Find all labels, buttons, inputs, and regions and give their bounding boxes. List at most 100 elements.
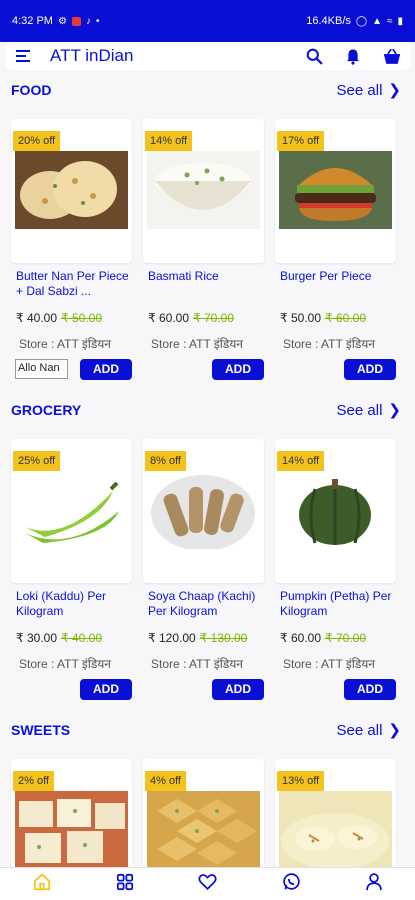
product-card[interactable]: 2% off [11, 759, 132, 867]
product-image-box[interactable]: 8% off [143, 439, 264, 583]
barfi-image [15, 791, 128, 867]
status-bar: 4:32 PM ⚙ ♪ • 16.4KB/s ◯ ▲ ≈ ▮ [0, 0, 415, 42]
product-image-box[interactable]: 14% off [143, 119, 264, 263]
network-speed: 16.4KB/s [306, 15, 351, 27]
product-image-box[interactable]: 17% off [275, 119, 396, 263]
chevron-right-icon: ❯ [388, 722, 401, 739]
product-image-box[interactable]: 4% off [143, 759, 264, 867]
bottom-navigation [0, 867, 415, 900]
product-price: ₹ 60.00 ₹ 70.00 [143, 311, 264, 325]
old-price: ₹ 60.00 [325, 311, 366, 325]
current-price: ₹ 50.00 [280, 311, 321, 325]
add-button[interactable]: ADD [344, 358, 396, 380]
product-image-box[interactable]: 20% off [11, 119, 132, 263]
add-button[interactable]: ADD [212, 678, 264, 700]
old-price: ₹ 70.00 [325, 631, 366, 645]
naan-image [15, 151, 128, 229]
kaju-katli-image [147, 791, 260, 867]
banana-image [15, 471, 128, 549]
discount-badge: 8% off [145, 451, 186, 471]
store-label: Store : ATT इंडियन [283, 657, 375, 671]
product-image-box[interactable]: 2% off [11, 759, 132, 867]
product-card[interactable]: 14% off Basmati Rice ₹ 60.00 ₹ 70.00 Stor… [143, 119, 264, 380]
discount-badge: 25% off [13, 451, 61, 471]
old-price: ₹ 130.00 [199, 631, 248, 645]
product-image-box[interactable]: 14% off [275, 439, 396, 583]
store-label: Store : ATT इंडियन [283, 337, 375, 351]
status-time: 4:32 PM [12, 15, 53, 27]
discount-badge: 17% off [277, 131, 325, 151]
product-price: ₹ 30.00 ₹ 40.00 [11, 631, 132, 645]
add-button[interactable]: ADD [80, 678, 132, 700]
menu-icon[interactable] [16, 50, 30, 62]
see-all-label: See all [336, 81, 383, 99]
product-card[interactable]: 20% off Butter Nan Per Piece + Dal Sabzi… [11, 119, 132, 380]
current-price: ₹ 120.00 [148, 631, 196, 645]
old-price: ₹ 40.00 [61, 631, 102, 645]
soya-chaap-image [147, 471, 260, 549]
product-card[interactable]: 8% off Soya Chaap (Kachi) Per Kilogram ₹… [143, 439, 264, 700]
product-card[interactable]: 4% off [143, 759, 264, 867]
whatsapp-icon[interactable] [282, 872, 301, 896]
see-all-link[interactable]: See all ❯ [336, 401, 401, 420]
burger-image [279, 151, 392, 229]
discount-badge: 2% off [13, 771, 54, 791]
old-price: ₹ 70.00 [193, 311, 234, 325]
see-all-label: See all [336, 401, 383, 419]
current-price: ₹ 30.00 [16, 631, 57, 645]
app-bar: ATT inDian [6, 42, 411, 70]
product-name[interactable]: Butter Nan Per Piece + Dal Sabzi ... [11, 269, 132, 299]
section-title: FOOD [11, 82, 52, 98]
store-label: Store : ATT इंडियन [19, 657, 111, 671]
home-icon[interactable] [32, 872, 52, 897]
product-card[interactable]: 14% off Pumpkin (Petha) Per Kilogram ₹ 6… [275, 439, 396, 700]
rasmalai-image [279, 791, 392, 867]
add-button[interactable]: ADD [80, 358, 132, 380]
current-price: ₹ 60.00 [148, 311, 189, 325]
product-name[interactable]: Basmati Rice [143, 269, 264, 299]
product-image-box[interactable]: 25% off [11, 439, 132, 583]
product-name[interactable]: Loki (Kaddu) Per Kilogram [11, 589, 132, 619]
chevron-right-icon: ❯ [388, 82, 401, 99]
add-button[interactable]: ADD [212, 358, 264, 380]
chevron-right-icon: ❯ [388, 402, 401, 419]
user-icon[interactable] [365, 872, 383, 896]
gear-icon: ⚙ [57, 15, 67, 27]
variant-select[interactable]: Allo Nan [15, 359, 68, 379]
cart-icon[interactable] [383, 48, 401, 65]
product-image-box[interactable]: 13% off [275, 759, 396, 867]
home-feed[interactable]: FOOD See all ❯ 20% off Butter Nan Per Pie… [0, 70, 415, 867]
store-label: Store : ATT इंडियन [151, 657, 243, 671]
store-label: Store : ATT इंडियन [19, 337, 111, 351]
product-name[interactable]: Soya Chaap (Kachi) Per Kilogram [143, 589, 264, 619]
discount-badge: 14% off [277, 451, 325, 471]
product-name[interactable]: Pumpkin (Petha) Per Kilogram [275, 589, 396, 619]
alarm-icon: ◯ [355, 15, 368, 27]
see-all-label: See all [336, 721, 383, 739]
product-price: ₹ 120.00 ₹ 130.00 [143, 631, 264, 645]
heart-icon[interactable] [198, 873, 218, 896]
tiktok-icon: ♪ [85, 15, 91, 27]
product-price: ₹ 40.00 ₹ 50.00 [11, 311, 132, 325]
add-button[interactable]: ADD [344, 678, 396, 700]
product-name[interactable]: Burger Per Piece [275, 269, 396, 299]
current-price: ₹ 40.00 [16, 311, 57, 325]
discount-badge: 13% off [277, 771, 325, 791]
grid-icon[interactable] [116, 873, 134, 896]
see-all-link[interactable]: See all ❯ [336, 721, 401, 740]
wifi-icon: ≈ [386, 15, 393, 27]
old-price: ₹ 50.00 [61, 311, 102, 325]
product-price: ₹ 50.00 ₹ 60.00 [275, 311, 396, 325]
search-icon[interactable] [306, 48, 323, 65]
see-all-link[interactable]: See all ❯ [336, 81, 401, 100]
product-card[interactable]: 17% off Burger Per Piece ₹ 50.00 ₹ 60.00 … [275, 119, 396, 380]
product-card[interactable]: 25% off Loki (Kaddu) Per Kilogram ₹ 30.0… [11, 439, 132, 700]
bell-icon[interactable] [345, 48, 361, 65]
battery-icon: ▮ [397, 15, 403, 27]
section-grocery: GROCERY See all ❯ 25% off Loki (Kaddu) Pe… [0, 390, 415, 700]
product-price: ₹ 60.00 ₹ 70.00 [275, 631, 396, 645]
app-title: ATT inDian [50, 46, 134, 65]
current-price: ₹ 60.00 [280, 631, 321, 645]
section-sweets: SWEETS See all ❯ 2% off 4% off 13% off [0, 710, 415, 867]
product-card[interactable]: 13% off [275, 759, 396, 867]
